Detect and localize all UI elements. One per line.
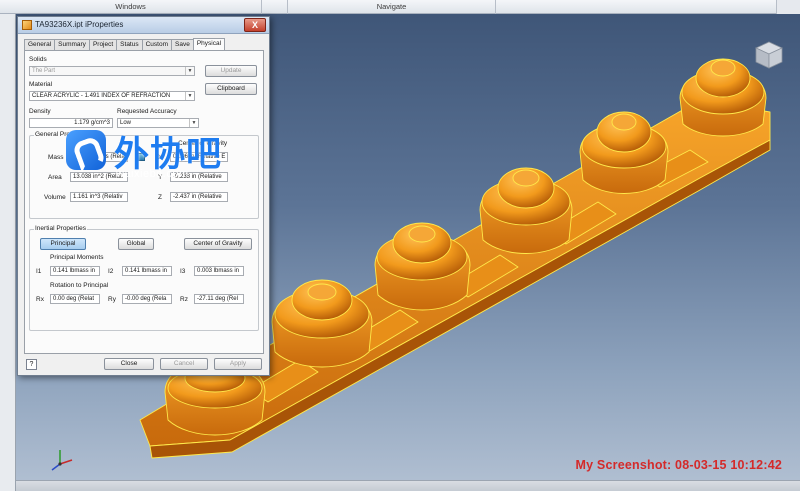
tab-status[interactable]: Status <box>116 39 143 50</box>
tab-project[interactable]: Project <box>88 39 118 50</box>
apply-button[interactable]: Apply <box>214 358 262 370</box>
chevron-down-icon: ▼ <box>185 67 194 75</box>
tab-custom[interactable]: Custom <box>141 39 173 50</box>
z-label: Z <box>158 194 162 201</box>
center-of-gravity-button[interactable]: Center of Gravity <box>184 238 252 250</box>
solids-select[interactable]: The Part ▼ <box>29 66 195 76</box>
cog-z-field[interactable]: -2.437 in (Relative <box>170 192 228 202</box>
watermark: 外协吧 waixieba.com <box>66 124 236 184</box>
rz-field[interactable]: -27.11 deg (Rel <box>194 294 244 304</box>
inertial-properties-group: Inertial Properties Principal Global Cen… <box>29 225 259 331</box>
tab-save[interactable]: Save <box>171 39 194 50</box>
area-label: Area <box>48 174 62 181</box>
tab-summary[interactable]: Summary <box>54 39 90 50</box>
tab-physical[interactable]: Physical <box>192 38 226 50</box>
watermark-logo-icon <box>66 130 106 170</box>
dialog-title: TA93236X.ipt iProperties <box>35 20 124 29</box>
material-select[interactable]: CLEAR ACRYLIC - 1.491 INDEX OF REFRACTIO… <box>29 91 195 101</box>
view-cube-icon[interactable] <box>752 38 786 72</box>
status-strip <box>16 480 800 491</box>
i3-label: I3 <box>180 268 186 275</box>
rx-field[interactable]: 0.00 deg (Relat <box>50 294 100 304</box>
coordinate-triad-icon <box>51 450 73 471</box>
close-icon[interactable]: X <box>244 18 266 32</box>
help-icon[interactable]: ? <box>26 359 37 370</box>
volume-label: Volume <box>44 194 66 201</box>
tab-strip: General Summary Project Status Custom Sa… <box>24 38 226 50</box>
global-button[interactable]: Global <box>118 238 154 250</box>
physical-panel: Solids The Part ▼ Update Material CLEAR A… <box>24 50 264 354</box>
principal-moments-title: Principal Moments <box>50 254 104 261</box>
rotation-title: Rotation to Principal <box>50 282 109 289</box>
clipboard-button[interactable]: Clipboard <box>205 83 257 95</box>
chevron-down-icon: ▼ <box>185 92 194 100</box>
principal-button[interactable]: Principal <box>40 238 86 250</box>
close-button[interactable]: Close <box>104 358 154 370</box>
watermark-url: waixieba.com <box>116 168 189 180</box>
part-file-icon <box>22 20 32 30</box>
accuracy-label: Requested Accuracy <box>117 108 177 115</box>
material-label: Material <box>29 81 53 88</box>
inertial-properties-title: Inertial Properties <box>34 225 87 232</box>
i1-field[interactable]: 0.141 lbmass in <box>50 266 100 276</box>
volume-field[interactable]: 1.161 in^3 (Relativ <box>70 192 128 202</box>
density-label: Density <box>29 108 51 115</box>
tab-general[interactable]: General <box>24 39 56 50</box>
solids-label: Solids <box>29 56 47 63</box>
update-button[interactable]: Update <box>205 65 257 77</box>
i3-field[interactable]: 0.003 lbmass in <box>194 266 244 276</box>
ry-field[interactable]: -0.00 deg (Rela <box>122 294 172 304</box>
iproperties-dialog: TA93236X.ipt iProperties X General Summa… <box>17 16 270 376</box>
dialog-titlebar[interactable]: TA93236X.ipt iProperties X <box>18 17 269 34</box>
mass-label: Mass <box>48 154 64 161</box>
rz-label: Rz <box>180 296 188 303</box>
i1-label: I1 <box>36 268 42 275</box>
i2-field[interactable]: 0.141 lbmass in <box>122 266 172 276</box>
cancel-button[interactable]: Cancel <box>160 358 208 370</box>
rx-label: Rx <box>36 296 44 303</box>
screenshot-timestamp: My Screenshot: 08-03-15 10:12:42 <box>575 458 782 472</box>
ry-label: Ry <box>108 296 116 303</box>
i2-label: I2 <box>108 268 114 275</box>
